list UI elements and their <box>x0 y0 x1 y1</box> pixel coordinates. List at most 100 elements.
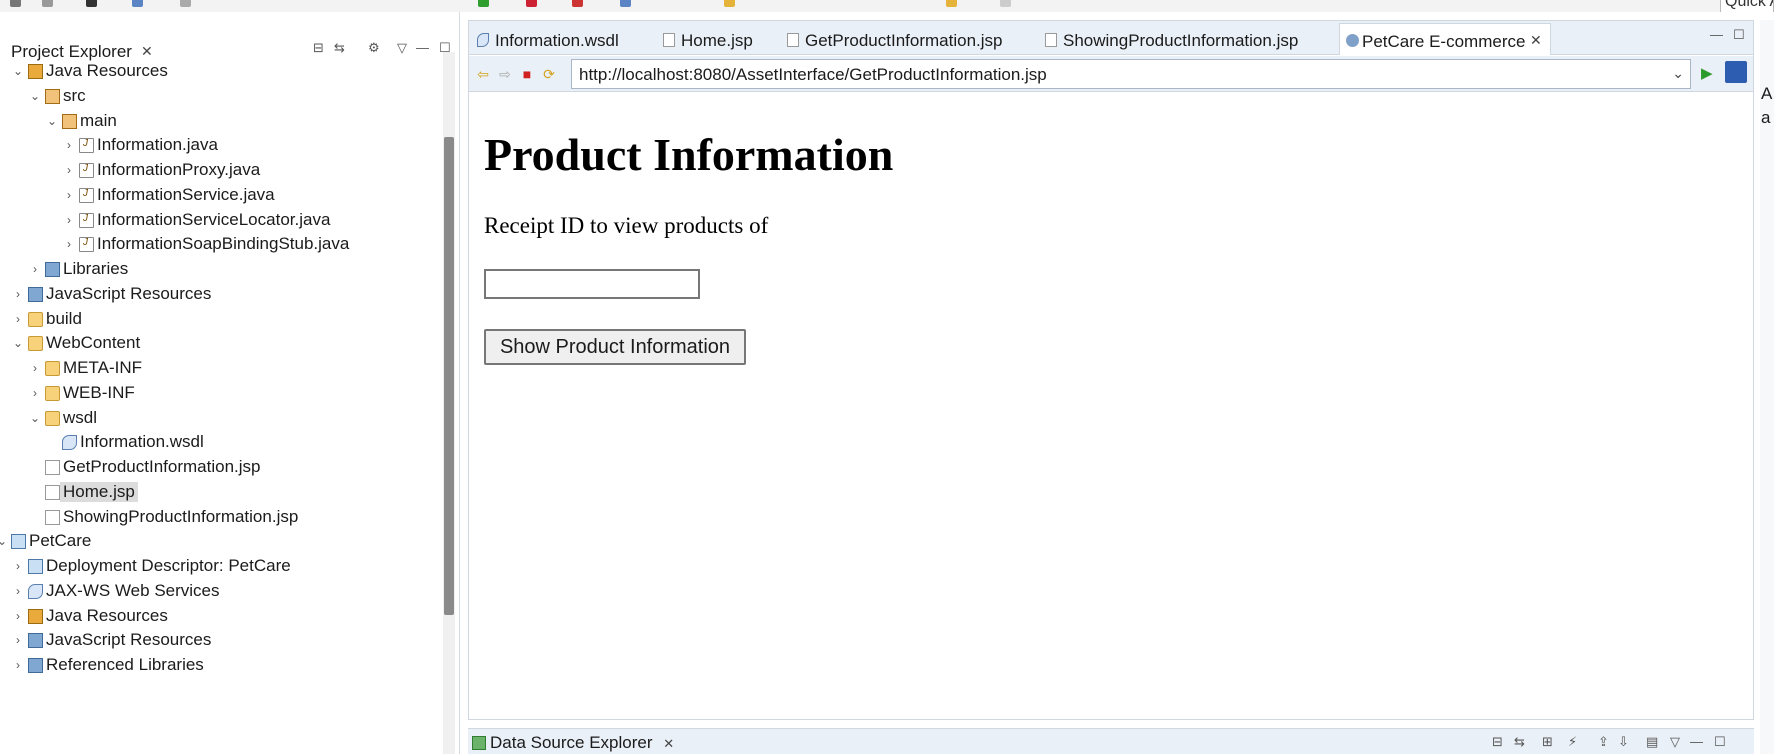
chevron-right-icon[interactable]: › <box>29 262 41 276</box>
tree-item-label: Deployment Descriptor: PetCare <box>46 556 291 575</box>
chevron-down-icon[interactable]: ⌄ <box>12 64 24 78</box>
tree-item[interactable]: › Libraries <box>0 257 440 283</box>
connect-icon[interactable]: ⚡ <box>1568 734 1577 750</box>
toolbar-stop-icon[interactable] <box>572 0 583 7</box>
toolbar-debug-icon[interactable] <box>86 0 97 7</box>
right-edge-text: A <box>1761 84 1773 103</box>
import-icon[interactable]: ⇩ <box>1618 734 1629 750</box>
chevron-right-icon[interactable]: › <box>12 609 24 623</box>
new-connection-icon[interactable]: ⊞ <box>1542 734 1553 750</box>
chevron-right-icon[interactable]: › <box>29 386 41 400</box>
tree-item[interactable]: Information.wsdl <box>0 430 440 456</box>
toolbar-run-icon[interactable] <box>478 0 489 7</box>
tree-item[interactable]: › InformationServiceLocator.java <box>0 208 440 234</box>
toolbar-new-icon[interactable] <box>10 0 21 7</box>
close-icon[interactable]: ✕ <box>663 736 674 751</box>
tree-item[interactable]: › Information.java <box>0 133 440 159</box>
quick-access-input[interactable]: Quick Access <box>1720 0 1774 12</box>
maximize-icon[interactable]: ☐ <box>1714 734 1726 750</box>
chevron-down-icon[interactable]: ⌄ <box>29 89 41 103</box>
chevron-right-icon[interactable]: › <box>12 658 24 672</box>
go-icon[interactable]: ▶ <box>1701 64 1713 82</box>
minimize-icon[interactable]: — <box>1710 27 1723 42</box>
forward-icon[interactable]: ⇨ <box>497 66 513 82</box>
tab-showingproductinformation-jsp[interactable]: ShowingProductInformation.jsp <box>1037 23 1329 55</box>
toolbar-back-icon[interactable] <box>946 0 957 7</box>
view-menu-icon[interactable]: ▽ <box>1670 734 1680 750</box>
chevron-right-icon[interactable]: › <box>12 584 24 598</box>
refresh-icon[interactable]: ⟳ <box>541 66 557 82</box>
stop-icon[interactable]: ■ <box>519 66 535 82</box>
chevron-right-icon[interactable]: › <box>12 312 24 326</box>
chevron-down-icon[interactable]: ⌄ <box>46 114 58 128</box>
toolbar-web-icon[interactable] <box>620 0 631 7</box>
tree-item[interactable]: › META-INF <box>0 356 440 382</box>
toolbar-server-icon[interactable] <box>526 0 537 7</box>
toolbar-build-icon[interactable] <box>180 0 191 7</box>
filter-icon[interactable]: ⚙ <box>368 40 380 56</box>
chevron-right-icon[interactable]: › <box>63 188 75 202</box>
collapse-all-icon[interactable]: ⊟ <box>1492 734 1503 750</box>
tree-item[interactable]: Home.jsp <box>0 480 440 506</box>
tree-item[interactable]: › InformationSoapBindingStub.java <box>0 232 440 258</box>
tree-item[interactable]: › InformationProxy.java <box>0 158 440 184</box>
receipt-id-input[interactable] <box>484 269 700 299</box>
tab-data-source-explorer[interactable]: Data Source Explorer ✕ <box>472 733 674 753</box>
tree-item[interactable]: › InformationService.java <box>0 183 440 209</box>
link-with-editor-icon[interactable]: ⇆ <box>334 40 345 56</box>
tree-item[interactable]: ⌄ PetCare <box>0 529 440 555</box>
chevron-down-icon[interactable]: ⌄ <box>1672 65 1684 82</box>
open-external-browser-icon[interactable] <box>1725 61 1747 83</box>
chevron-down-icon[interactable]: ⌄ <box>12 336 24 350</box>
url-field[interactable]: http://localhost:8080/AssetInterface/Get… <box>571 59 1691 89</box>
toolbar-save-icon[interactable] <box>42 0 53 7</box>
chevron-right-icon[interactable]: › <box>63 237 75 251</box>
tree-item[interactable]: ⌄ wsdl <box>0 406 440 432</box>
tree-item[interactable]: ⌄ WebContent <box>0 331 440 357</box>
minimize-icon[interactable]: — <box>416 40 429 55</box>
tree-item[interactable]: › JAX-WS Web Services <box>0 579 440 605</box>
chevron-right-icon[interactable]: › <box>12 287 24 301</box>
chevron-right-icon[interactable]: › <box>12 633 24 647</box>
chevron-right-icon[interactable]: › <box>63 163 75 177</box>
chevron-right-icon[interactable]: › <box>63 213 75 227</box>
tree-item[interactable]: ⌄ src <box>0 84 440 110</box>
tree-item[interactable]: › Referenced Libraries <box>0 653 440 679</box>
tree-item[interactable]: › JavaScript Resources <box>0 628 440 654</box>
view-menu-icon[interactable]: ▽ <box>397 40 407 56</box>
project-explorer-scrollbar[interactable] <box>444 137 454 615</box>
toolbar-search-icon[interactable] <box>132 0 143 7</box>
tree-item[interactable]: › WEB-INF <box>0 381 440 407</box>
tab-information-wsdl[interactable]: Information.wsdl <box>469 23 655 55</box>
chevron-down-icon[interactable]: ⌄ <box>29 411 41 425</box>
tree-item[interactable]: › Java Resources <box>0 604 440 630</box>
maximize-icon[interactable]: ☐ <box>1733 27 1745 43</box>
tab-home-jsp[interactable]: Home.jsp <box>655 23 779 55</box>
chevron-right-icon[interactable]: › <box>63 138 75 152</box>
tree-item[interactable]: › build <box>0 307 440 333</box>
tab-label: PetCare E-commerce <box>1362 32 1526 51</box>
tree-item[interactable]: GetProductInformation.jsp <box>0 455 440 481</box>
tab-label: Information.wsdl <box>495 31 619 50</box>
tab-petcare-ecommerce[interactable]: PetCare E-commerce ✕ <box>1339 23 1551 55</box>
tree-item[interactable]: ShowingProductInformation.jsp <box>0 505 440 531</box>
tree-item[interactable]: › Deployment Descriptor: PetCare <box>0 554 440 580</box>
chevron-right-icon[interactable]: › <box>29 361 41 375</box>
close-icon[interactable]: ✕ <box>1530 32 1542 49</box>
show-product-information-button[interactable]: Show Product Information <box>484 329 746 365</box>
link-with-editor-icon[interactable]: ⇆ <box>1514 734 1525 750</box>
collapse-all-icon[interactable]: ⊟ <box>313 40 324 56</box>
toolbar-forward-icon[interactable] <box>1000 0 1011 7</box>
tree-item[interactable]: ⌄ main <box>0 109 440 135</box>
minimize-icon[interactable]: — <box>1690 734 1703 749</box>
tree-item[interactable]: › JavaScript Resources <box>0 282 440 308</box>
close-icon[interactable]: ✕ <box>141 43 153 60</box>
save-icon[interactable]: ▤ <box>1646 734 1658 750</box>
toolbar-open-type-icon[interactable] <box>724 0 735 7</box>
export-icon[interactable]: ⇪ <box>1598 734 1609 750</box>
tab-getproductinformation-jsp[interactable]: GetProductInformation.jsp <box>779 23 1013 55</box>
chevron-down-icon[interactable]: ⌄ <box>0 534 8 548</box>
back-icon[interactable]: ⇦ <box>475 66 491 82</box>
chevron-right-icon[interactable]: › <box>12 559 24 573</box>
tree-item[interactable]: ⌄ Java Resources <box>0 59 440 85</box>
